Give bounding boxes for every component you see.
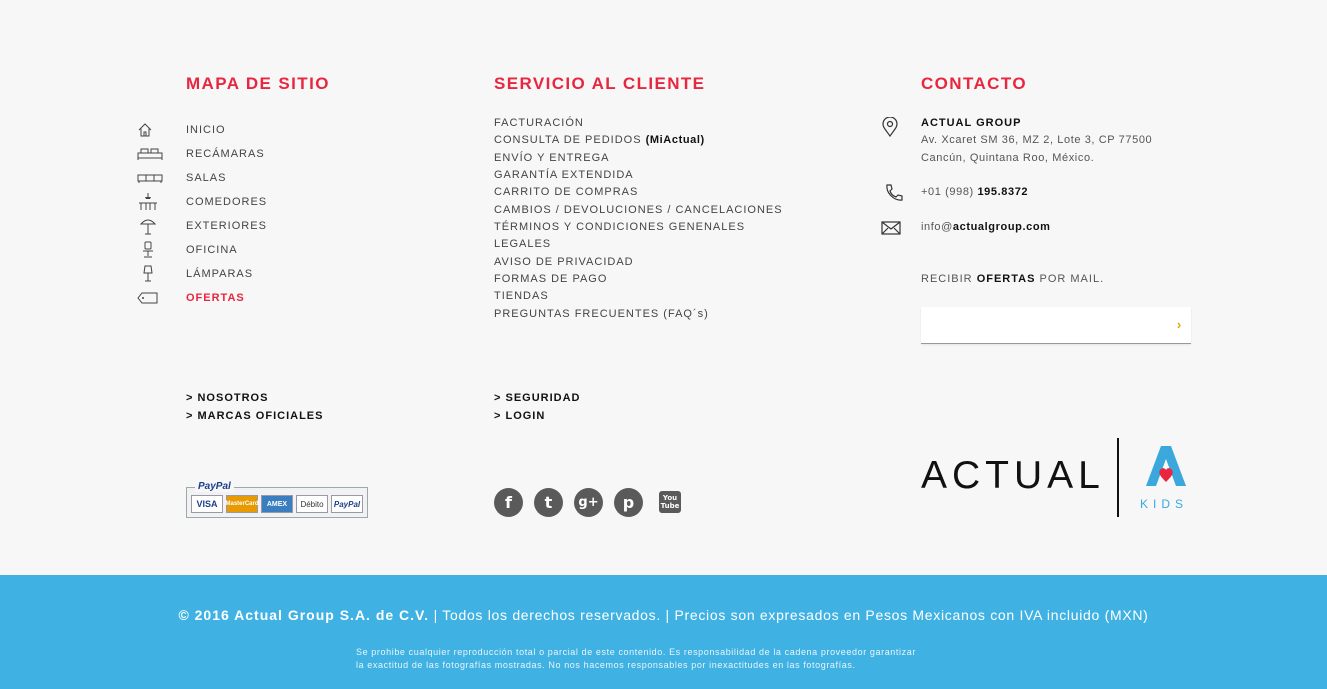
logo-divider (1117, 438, 1119, 517)
newsletter-email-input[interactable] (921, 307, 1191, 344)
service-link-faq[interactable]: PREGUNTAS FRECUENTES (FAQ´s) (494, 308, 709, 320)
sidebar-item-lamparas[interactable]: LÁMPARAS (137, 265, 252, 282)
email-user: info@ (921, 221, 953, 233)
sidebar-item-salas[interactable]: SALAS (137, 170, 225, 186)
newsletter-post: POR MAIL. (1039, 273, 1105, 285)
copyright-rights: | Todos los derechos reservados. | Preci… (429, 607, 1149, 623)
newsletter-pre: RECIBIR (921, 273, 973, 285)
mail-icon (881, 221, 901, 240)
phone-prefix: +01 (998) (921, 186, 974, 198)
footer-bar: © 2016 Actual Group S.A. de C.V. | Todos… (0, 575, 1327, 689)
sidebar-item-exteriores[interactable]: EXTERIORES (137, 218, 266, 235)
sitemap-label: OFERTAS (186, 292, 245, 304)
debit-card-icon: Débito (296, 495, 328, 513)
actual-logo: ACTUAL (921, 454, 1105, 497)
service-link-formas-pago[interactable]: FORMAS DE PAGO (494, 273, 607, 285)
disclaimer-line1: Se prohibe cualquier reproducción total … (356, 647, 916, 657)
disclaimer-line2: la exactitud de las fotografías mostrada… (356, 660, 856, 670)
email-domain: actualgroup.com (952, 221, 1051, 233)
company-name: ACTUAL GROUP (921, 117, 1022, 129)
sitemap-heading: MAPA DE SITIO (186, 74, 330, 93)
sidebar-item-inicio[interactable]: INICIO (137, 122, 225, 138)
pinterest-icon[interactable]: p (614, 488, 643, 517)
amex-card-icon: AMEX (261, 495, 293, 513)
contact-heading: CONTACTO (921, 74, 1027, 93)
service-link-privacidad[interactable]: AVISO DE PRIVACIDAD (494, 256, 634, 268)
sidebar-item-comedores[interactable]: COMEDORES (137, 193, 266, 210)
copyright-company: © 2016 Actual Group S.A. de C.V. (178, 607, 430, 623)
youtube-icon[interactable]: You Tube (659, 491, 681, 513)
service-link-carrito[interactable]: CARRITO DE COMPRAS (494, 186, 638, 198)
sofa-icon (137, 170, 165, 186)
paypal-label: PayPal (195, 481, 234, 492)
twitter-icon[interactable]: t (534, 488, 563, 517)
service-link-consulta-pedidos[interactable]: CONSULTA DE PEDIDOS (MiActual) (494, 134, 705, 146)
visa-card-icon: VISA (191, 495, 223, 513)
link-login[interactable]: > LOGIN (494, 410, 545, 422)
dining-table-icon (137, 193, 165, 210)
service-link-cambios[interactable]: CAMBIOS / DEVOLUCIONES / CANCELACIONES (494, 204, 783, 216)
sitemap-label: EXTERIORES (186, 220, 267, 232)
sidebar-item-oficina[interactable]: OFICINA (137, 241, 237, 258)
newsletter-bold: OFERTAS (976, 273, 1036, 285)
link-marcas-oficiales[interactable]: > MARCAS OFICIALES (186, 410, 323, 422)
service-link-terminos[interactable]: TÉRMINOS Y CONDICIONES GENENALES (494, 221, 745, 233)
service-heading: SERVICIO AL CLIENTE (494, 74, 706, 93)
service-link-legales[interactable]: LEGALES (494, 238, 551, 250)
sitemap-label: RECÁMARAS (186, 148, 265, 160)
service-link-facturacion[interactable]: FACTURACIÓN (494, 117, 584, 129)
service-link-envio[interactable]: ENVÍO Y ENTREGA (494, 152, 609, 164)
newsletter-submit-button[interactable]: › (1172, 317, 1186, 333)
service-link-label: CONSULTA DE PEDIDOS (494, 134, 642, 146)
sitemap-label: COMEDORES (186, 196, 268, 208)
phone-number[interactable]: +01 (998) 195.8372 (921, 186, 1028, 198)
paypal-card-icon: PayPal (331, 495, 363, 513)
sitemap-label: OFICINA (186, 244, 238, 256)
service-link-garantia[interactable]: GARANTÍA EXTENDIDA (494, 169, 634, 181)
facebook-icon[interactable]: f (494, 488, 523, 517)
link-nosotros[interactable]: > NOSOTROS (186, 392, 268, 404)
sitemap-label: LÁMPARAS (186, 268, 254, 280)
payment-methods-badge: PayPal VISA MasterCard AMEX Débito PayPa… (186, 481, 368, 518)
kids-a-logo-icon (1142, 442, 1190, 495)
sidebar-item-recamaras[interactable]: RECÁMARAS (137, 146, 264, 162)
phone-main: 195.8372 (977, 186, 1029, 198)
disclaimer-text: Se prohibe cualquier reproducción total … (356, 646, 996, 672)
address-line1: Av. Xcaret SM 36, MZ 2, Lote 3, CP 77500 (921, 134, 1153, 146)
location-pin-icon (881, 116, 899, 142)
link-seguridad[interactable]: > SEGURIDAD (494, 392, 581, 404)
newsletter-label: RECIBIR OFERTAS POR MAIL. (921, 273, 1104, 285)
copyright-line: © 2016 Actual Group S.A. de C.V. | Todos… (0, 607, 1327, 623)
address-line2: Cancún, Quintana Roo, México. (921, 152, 1095, 164)
sitemap-label: INICIO (186, 124, 226, 136)
bed-icon (137, 146, 165, 162)
office-chair-icon (137, 241, 165, 258)
home-icon (137, 122, 165, 138)
parasol-icon (137, 218, 165, 235)
price-tag-icon (137, 290, 165, 306)
miactual-label: (MiActual) (645, 134, 705, 146)
sitemap-label: SALAS (186, 172, 227, 184)
service-link-tiendas[interactable]: TIENDAS (494, 290, 549, 302)
sidebar-item-ofertas[interactable]: OFERTAS (137, 290, 244, 306)
phone-icon (884, 183, 904, 208)
mastercard-icon: MasterCard (226, 495, 259, 513)
email-link[interactable]: info@actualgroup.com (921, 221, 1051, 233)
lamp-icon (137, 265, 165, 282)
google-plus-icon[interactable]: g+ (574, 488, 603, 517)
kids-wordmark: KIDS (1140, 497, 1189, 511)
